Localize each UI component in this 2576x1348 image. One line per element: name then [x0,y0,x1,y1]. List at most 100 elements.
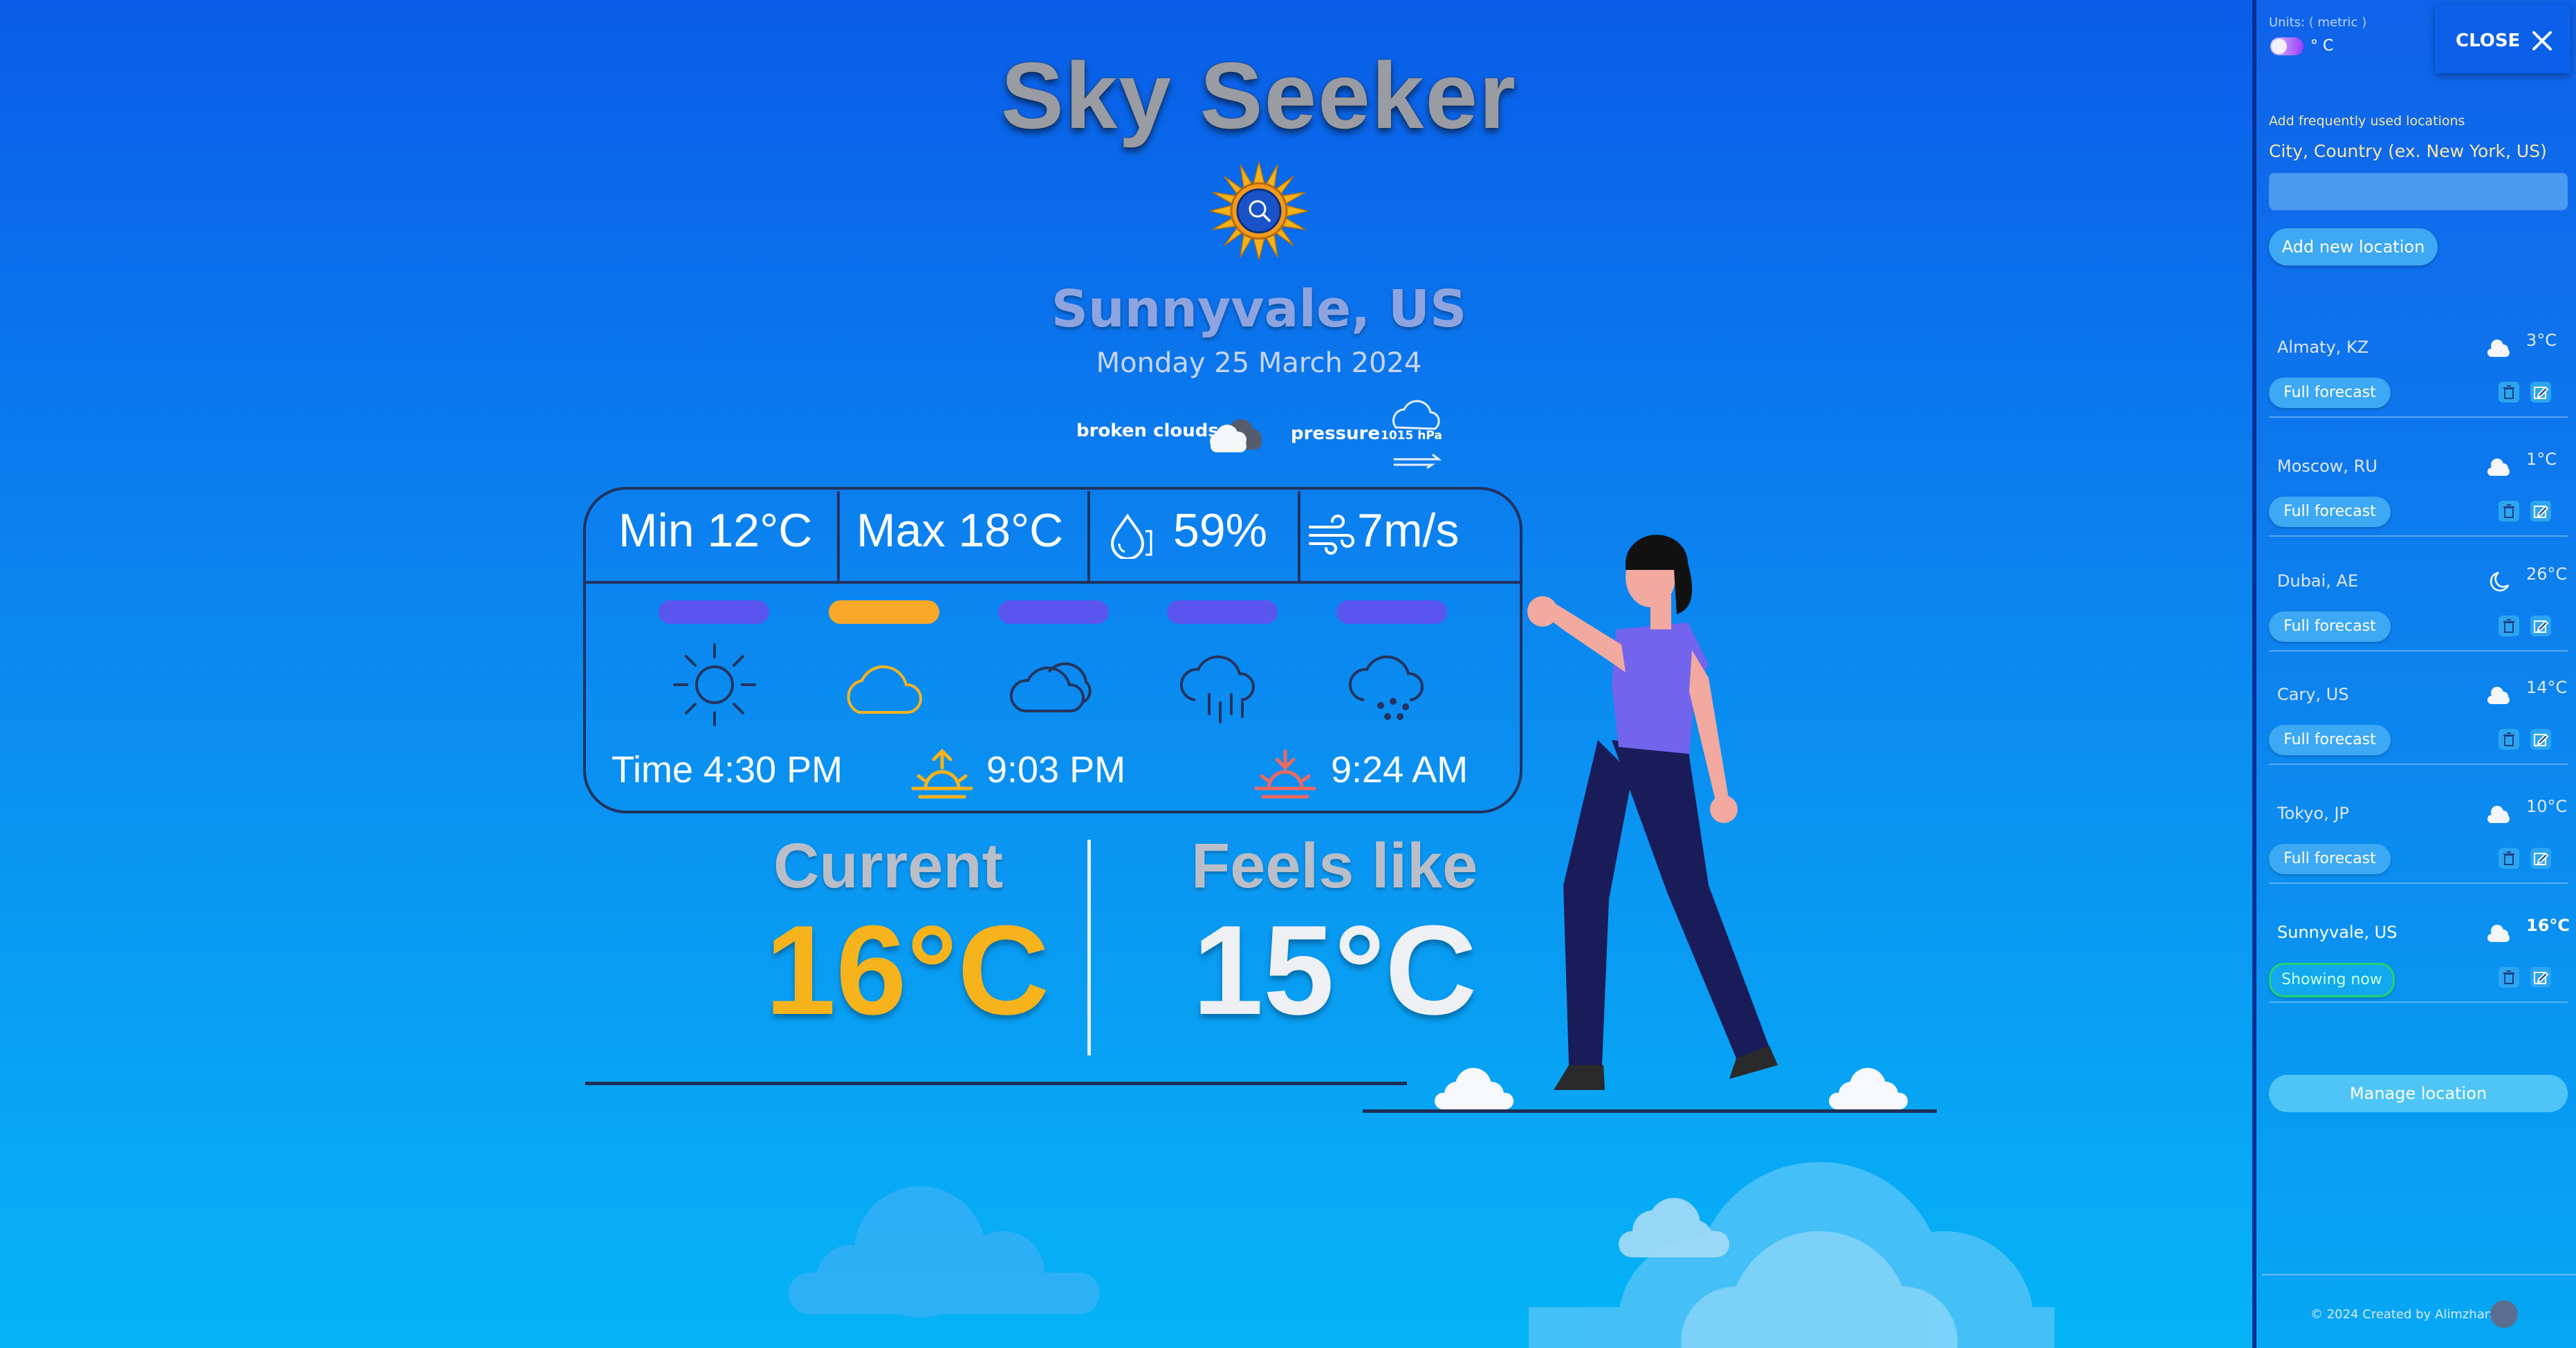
ground-line [585,1082,1407,1085]
units-value: ° C [2310,37,2334,55]
trash-icon [2503,851,2514,865]
wind-value: 7m/s [1357,504,1460,557]
feels-like-label: Feels like [1191,831,1478,901]
current-temp: 16°C [765,898,1050,1041]
edit-icon [2534,505,2549,518]
delete-location-button[interactable] [2499,967,2519,988]
trash-icon [2503,504,2514,518]
stat-divider [1298,491,1300,581]
location-temp: 3°C [2526,331,2557,350]
cloud-icon [2487,806,2510,823]
delete-location-button[interactable] [2499,382,2519,403]
full-forecast-button[interactable]: Full forecast [2269,844,2391,874]
add-locations-heading: Add frequently used locations [2269,113,2465,129]
location-separator [2269,416,2568,418]
units-label: Units: ( metric ) [2269,15,2367,30]
location-input-label: City, Country (ex. New York, US) [2269,141,2547,161]
stat-divider [837,491,840,581]
location-temp: 14°C [2526,678,2568,697]
full-forecast-button[interactable]: Full forecast [2269,725,2391,755]
condition-indicator[interactable] [659,600,769,624]
condition-indicator[interactable] [998,600,1109,624]
app-title: Sky Seeker [1001,43,1517,148]
location-separator [2269,535,2568,537]
stat-divider [1087,491,1090,581]
wind-icon [1309,515,1354,555]
location-name[interactable]: Almaty, KZ [2277,338,2368,357]
cloudy-icon[interactable] [1000,636,1104,733]
close-label: CLOSE [2456,30,2521,51]
cloud-icon [2487,340,2510,357]
location-name[interactable]: Cary, US [2277,685,2349,704]
cloud-icon [2487,459,2510,476]
edit-location-button[interactable] [2530,848,2551,869]
add-location-button[interactable]: Add new location [2269,228,2438,266]
delete-location-button[interactable] [2499,616,2519,636]
cloud-icon[interactable] [831,636,935,733]
pressure-label: pressure [1291,423,1380,444]
author-avatar [2490,1300,2518,1328]
trash-icon [2503,619,2514,633]
delete-location-button[interactable] [2499,729,2519,750]
showing-now-button[interactable]: Showing now [2269,963,2395,997]
location-name[interactable]: Tokyo, JP [2277,804,2349,823]
edit-icon [2534,852,2549,865]
location-separator [2269,650,2568,652]
edit-location-button[interactable] [2530,382,2551,403]
condition-indicator-active[interactable] [829,600,939,624]
small-cloud-illustration [1829,1068,1908,1109]
manage-location-button[interactable]: Manage location [2269,1075,2568,1112]
trash-icon [2503,970,2514,984]
moon-icon [2490,571,2510,592]
location-temp: 26°C [2526,564,2568,584]
rain-icon[interactable] [1169,636,1273,733]
edit-icon [2534,386,2549,399]
sunset-time: 9:24 AM [1331,749,1469,791]
delete-location-button[interactable] [2499,501,2519,521]
background-cloud-right [1529,1162,2054,1348]
weather-description: broken clouds [1076,421,1219,441]
sunrise-time: 9:03 PM [986,749,1126,791]
date-text: Monday 25 March 2024 [1096,347,1422,379]
humidity-icon [1110,513,1152,559]
feels-like-temp: 15°C [1193,898,1478,1041]
broken-clouds-icon [1210,419,1262,452]
edit-location-button[interactable] [2530,616,2551,636]
snow-icon[interactable] [1338,636,1442,733]
location-separator [2269,764,2568,765]
location-temp: 1°C [2526,450,2557,469]
footer-credit: © 2024 Created by Alimzhan [2310,1307,2493,1322]
location-temp: 10°C [2526,797,2568,816]
delete-location-button[interactable] [2499,848,2519,869]
card-divider [586,581,1520,584]
full-forecast-button[interactable]: Full forecast [2269,378,2391,408]
location-name[interactable]: Sunnyvale, US [2277,923,2397,942]
person-illustration [1527,535,1778,1090]
units-toggle[interactable] [2270,37,2303,55]
max-temp: Max 18°C [856,504,1064,557]
condition-indicator[interactable] [1167,600,1278,624]
location-name[interactable]: Moscow, RU [2277,456,2377,476]
trash-icon [2503,732,2514,746]
sun-search-icon[interactable] [1210,162,1308,260]
condition-indicator[interactable] [1336,600,1447,624]
current-time: Time 4:30 PM [611,749,843,791]
location-name[interactable]: Dubai, AE [2277,571,2358,591]
sunset-icon [1254,749,1316,799]
trash-icon [2503,385,2514,399]
full-forecast-button[interactable]: Full forecast [2269,611,2391,642]
edit-location-button[interactable] [2530,967,2551,988]
full-forecast-button[interactable]: Full forecast [2269,497,2391,527]
current-label: Current [773,831,1004,901]
close-button[interactable]: CLOSE [2435,4,2570,73]
location-separator [2269,1001,2568,1003]
edit-icon [2534,733,2549,746]
min-temp: Min 12°C [618,504,813,557]
toggle-knob [2272,39,2287,54]
edit-location-button[interactable] [2530,729,2551,750]
location-input[interactable] [2269,173,2568,210]
cloud-icon [2487,687,2510,704]
temp-divider [1087,840,1091,1055]
edit-location-button[interactable] [2530,501,2551,521]
sun-icon[interactable] [663,636,766,733]
